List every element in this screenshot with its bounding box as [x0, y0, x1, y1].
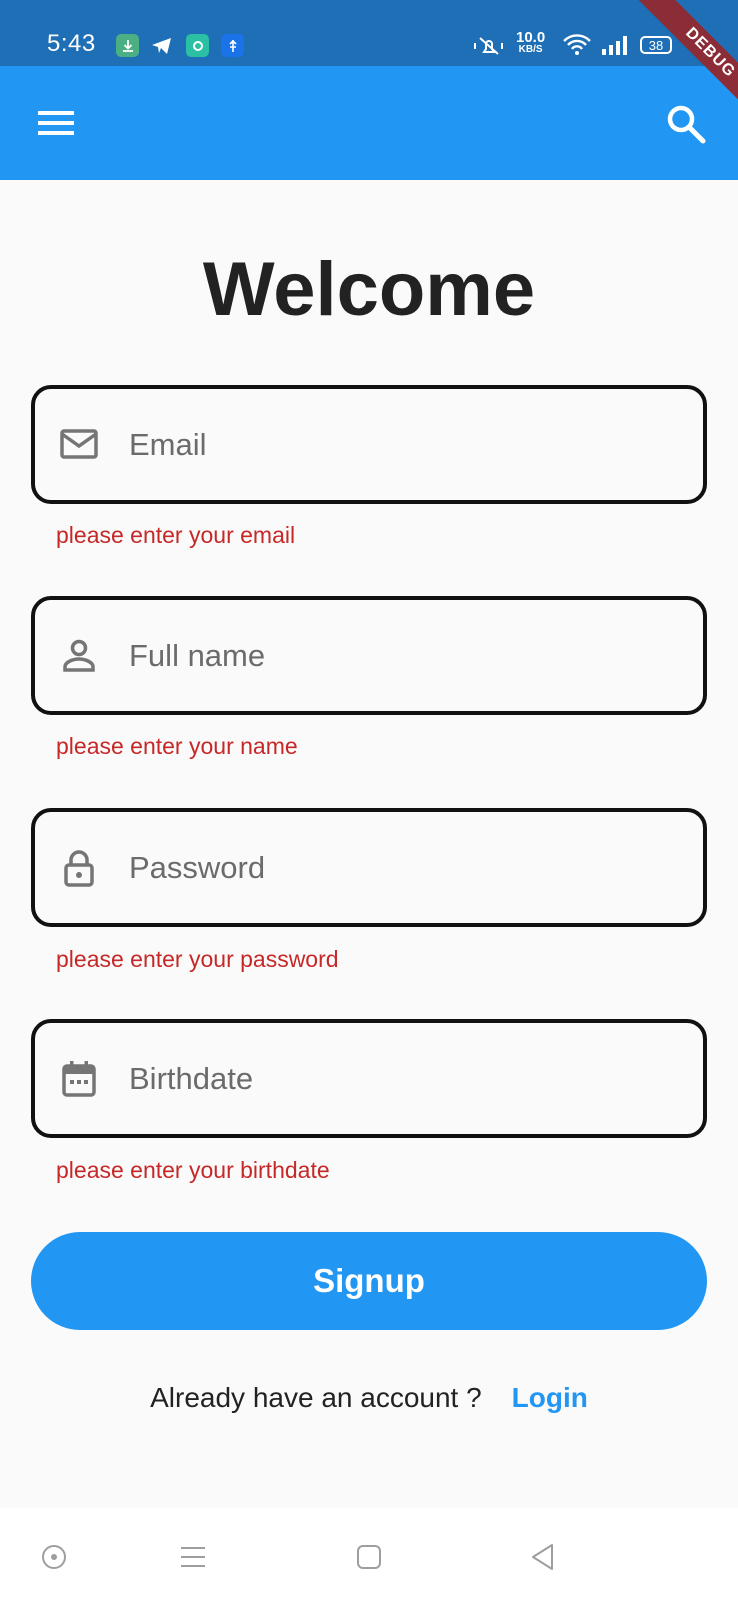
signal-icon: [600, 34, 630, 61]
email-error-text: please enter your email: [56, 522, 296, 548]
status-bar: 5:43 10.0 KB/S 38: [0, 0, 738, 66]
login-prompt-text: Already have an account ?: [150, 1382, 482, 1413]
usb-notification-icon: [221, 34, 244, 57]
birthdate-input[interactable]: [129, 1043, 679, 1115]
network-speed-unit: KB/S: [518, 44, 543, 55]
silent-mode-icon: [472, 34, 506, 63]
app-notification-icon: [186, 34, 209, 57]
login-link[interactable]: Login: [512, 1382, 588, 1413]
password-input[interactable]: [129, 832, 679, 904]
email-field[interactable]: [31, 385, 707, 504]
birthdate-error-text: please enter your birthdate: [56, 1157, 330, 1183]
system-navigation-bar: [0, 1508, 738, 1600]
telegram-notification-icon: [150, 34, 173, 57]
back-triangle-icon[interactable]: [528, 1542, 558, 1572]
signup-button[interactable]: Signup: [31, 1232, 707, 1330]
lock-icon: [59, 848, 99, 888]
wifi-icon: [562, 34, 592, 61]
person-icon: [59, 636, 99, 676]
login-prompt-row: Already have an account ? Login: [0, 1382, 738, 1414]
email-input[interactable]: [129, 409, 679, 481]
battery-indicator: 38: [640, 36, 672, 54]
password-error-text: please enter your password: [56, 946, 339, 972]
status-time: 5:43: [47, 30, 96, 57]
app-bar: [0, 66, 738, 180]
network-speed-value: 10.0: [516, 29, 546, 46]
download-notification-icon: [116, 34, 139, 57]
mail-icon: [59, 425, 99, 465]
hamburger-menu-icon[interactable]: [34, 103, 78, 143]
menu-lines-icon[interactable]: [178, 1542, 208, 1572]
page-title: Welcome: [202, 247, 536, 332]
name-error-text: please enter your name: [56, 733, 298, 759]
calendar-icon: [59, 1059, 99, 1099]
password-field[interactable]: [31, 808, 707, 927]
assistant-circle-icon[interactable]: [39, 1542, 69, 1572]
full-name-field[interactable]: [31, 596, 707, 715]
network-speed: 10.0 KB/S: [516, 30, 545, 55]
full-name-input[interactable]: [129, 620, 679, 692]
home-square-icon[interactable]: [354, 1542, 384, 1572]
birthdate-field[interactable]: [31, 1019, 707, 1138]
search-icon[interactable]: [664, 102, 708, 146]
